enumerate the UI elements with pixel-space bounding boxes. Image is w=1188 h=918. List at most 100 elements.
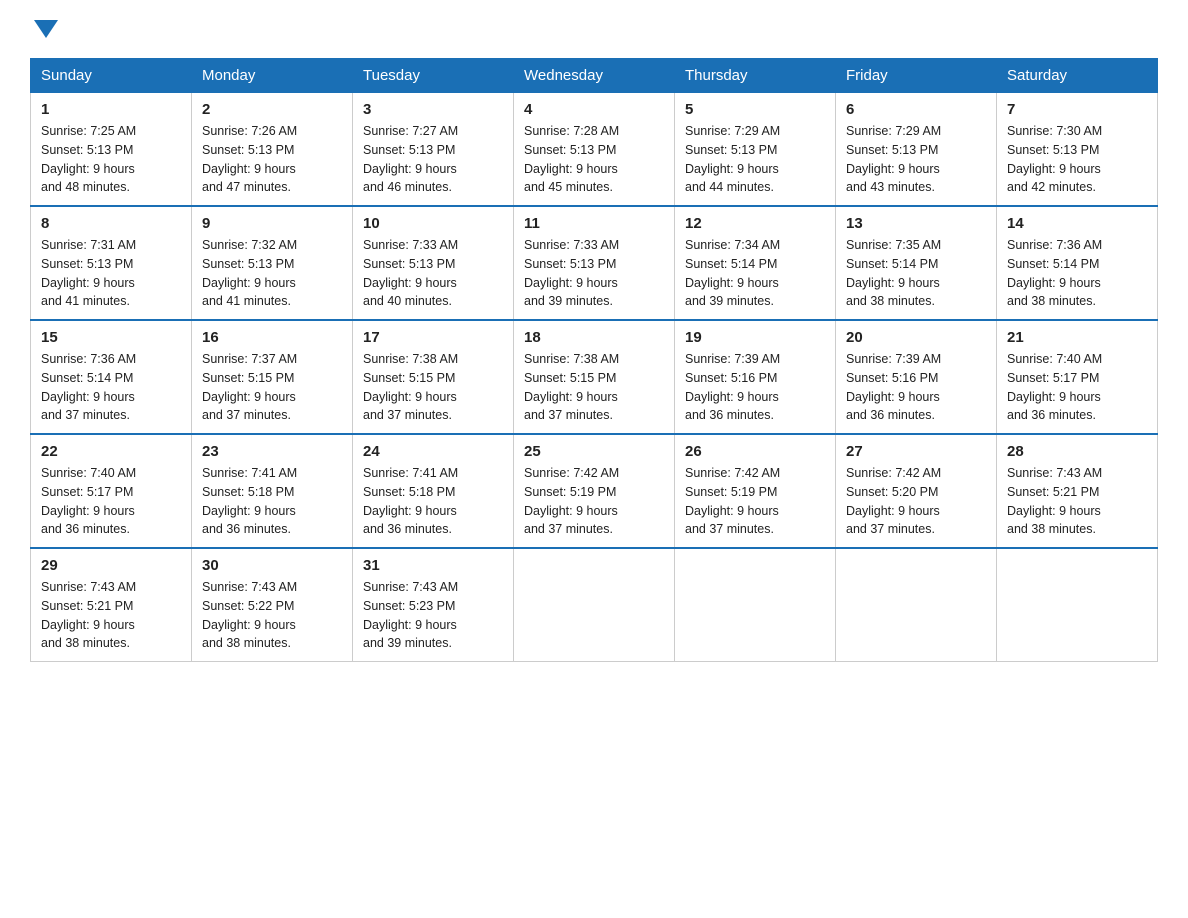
day-number: 19 — [685, 329, 825, 346]
day-info: Sunrise: 7:35 AM Sunset: 5:14 PM Dayligh… — [846, 236, 986, 311]
day-number: 4 — [524, 101, 664, 118]
header-row: SundayMondayTuesdayWednesdayThursdayFrid… — [31, 59, 1158, 93]
calendar-cell: 10 Sunrise: 7:33 AM Sunset: 5:13 PM Dayl… — [353, 206, 514, 320]
logo — [30, 20, 58, 38]
calendar-cell: 5 Sunrise: 7:29 AM Sunset: 5:13 PM Dayli… — [675, 93, 836, 207]
calendar-cell — [836, 548, 997, 662]
header-day-wednesday: Wednesday — [514, 59, 675, 93]
calendar-cell: 2 Sunrise: 7:26 AM Sunset: 5:13 PM Dayli… — [192, 93, 353, 207]
day-number: 10 — [363, 215, 503, 232]
day-info: Sunrise: 7:43 AM Sunset: 5:21 PM Dayligh… — [41, 578, 181, 653]
calendar-cell: 30 Sunrise: 7:43 AM Sunset: 5:22 PM Dayl… — [192, 548, 353, 662]
header-day-monday: Monday — [192, 59, 353, 93]
day-info: Sunrise: 7:41 AM Sunset: 5:18 PM Dayligh… — [363, 464, 503, 539]
day-number: 22 — [41, 443, 181, 460]
day-number: 27 — [846, 443, 986, 460]
header-day-sunday: Sunday — [31, 59, 192, 93]
day-number: 17 — [363, 329, 503, 346]
day-number: 21 — [1007, 329, 1147, 346]
day-info: Sunrise: 7:30 AM Sunset: 5:13 PM Dayligh… — [1007, 122, 1147, 197]
day-info: Sunrise: 7:27 AM Sunset: 5:13 PM Dayligh… — [363, 122, 503, 197]
calendar-cell: 19 Sunrise: 7:39 AM Sunset: 5:16 PM Dayl… — [675, 320, 836, 434]
week-row-5: 29 Sunrise: 7:43 AM Sunset: 5:21 PM Dayl… — [31, 548, 1158, 662]
header-day-tuesday: Tuesday — [353, 59, 514, 93]
calendar-table: SundayMondayTuesdayWednesdayThursdayFrid… — [30, 58, 1158, 662]
week-row-2: 8 Sunrise: 7:31 AM Sunset: 5:13 PM Dayli… — [31, 206, 1158, 320]
calendar-cell: 15 Sunrise: 7:36 AM Sunset: 5:14 PM Dayl… — [31, 320, 192, 434]
day-number: 20 — [846, 329, 986, 346]
calendar-cell: 3 Sunrise: 7:27 AM Sunset: 5:13 PM Dayli… — [353, 93, 514, 207]
day-info: Sunrise: 7:43 AM Sunset: 5:21 PM Dayligh… — [1007, 464, 1147, 539]
day-number: 30 — [202, 557, 342, 574]
calendar-cell: 4 Sunrise: 7:28 AM Sunset: 5:13 PM Dayli… — [514, 93, 675, 207]
day-info: Sunrise: 7:43 AM Sunset: 5:22 PM Dayligh… — [202, 578, 342, 653]
calendar-cell: 20 Sunrise: 7:39 AM Sunset: 5:16 PM Dayl… — [836, 320, 997, 434]
logo-arrow-icon — [34, 20, 58, 38]
day-number: 13 — [846, 215, 986, 232]
day-info: Sunrise: 7:42 AM Sunset: 5:20 PM Dayligh… — [846, 464, 986, 539]
day-info: Sunrise: 7:42 AM Sunset: 5:19 PM Dayligh… — [685, 464, 825, 539]
day-info: Sunrise: 7:29 AM Sunset: 5:13 PM Dayligh… — [846, 122, 986, 197]
day-number: 29 — [41, 557, 181, 574]
day-info: Sunrise: 7:37 AM Sunset: 5:15 PM Dayligh… — [202, 350, 342, 425]
page-header — [30, 20, 1158, 38]
header-day-saturday: Saturday — [997, 59, 1158, 93]
calendar-cell: 14 Sunrise: 7:36 AM Sunset: 5:14 PM Dayl… — [997, 206, 1158, 320]
calendar-cell: 26 Sunrise: 7:42 AM Sunset: 5:19 PM Dayl… — [675, 434, 836, 548]
day-number: 5 — [685, 101, 825, 118]
calendar-cell: 28 Sunrise: 7:43 AM Sunset: 5:21 PM Dayl… — [997, 434, 1158, 548]
calendar-cell: 7 Sunrise: 7:30 AM Sunset: 5:13 PM Dayli… — [997, 93, 1158, 207]
calendar-cell: 16 Sunrise: 7:37 AM Sunset: 5:15 PM Dayl… — [192, 320, 353, 434]
calendar-cell: 17 Sunrise: 7:38 AM Sunset: 5:15 PM Dayl… — [353, 320, 514, 434]
day-number: 1 — [41, 101, 181, 118]
day-info: Sunrise: 7:29 AM Sunset: 5:13 PM Dayligh… — [685, 122, 825, 197]
day-info: Sunrise: 7:38 AM Sunset: 5:15 PM Dayligh… — [363, 350, 503, 425]
calendar-cell — [514, 548, 675, 662]
day-info: Sunrise: 7:40 AM Sunset: 5:17 PM Dayligh… — [1007, 350, 1147, 425]
calendar-cell: 24 Sunrise: 7:41 AM Sunset: 5:18 PM Dayl… — [353, 434, 514, 548]
calendar-cell: 6 Sunrise: 7:29 AM Sunset: 5:13 PM Dayli… — [836, 93, 997, 207]
day-number: 2 — [202, 101, 342, 118]
calendar-cell: 27 Sunrise: 7:42 AM Sunset: 5:20 PM Dayl… — [836, 434, 997, 548]
calendar-cell: 29 Sunrise: 7:43 AM Sunset: 5:21 PM Dayl… — [31, 548, 192, 662]
day-number: 7 — [1007, 101, 1147, 118]
calendar-cell: 9 Sunrise: 7:32 AM Sunset: 5:13 PM Dayli… — [192, 206, 353, 320]
calendar-cell — [675, 548, 836, 662]
day-number: 15 — [41, 329, 181, 346]
header-day-thursday: Thursday — [675, 59, 836, 93]
day-number: 16 — [202, 329, 342, 346]
day-info: Sunrise: 7:34 AM Sunset: 5:14 PM Dayligh… — [685, 236, 825, 311]
week-row-3: 15 Sunrise: 7:36 AM Sunset: 5:14 PM Dayl… — [31, 320, 1158, 434]
day-number: 9 — [202, 215, 342, 232]
calendar-cell: 8 Sunrise: 7:31 AM Sunset: 5:13 PM Dayli… — [31, 206, 192, 320]
day-info: Sunrise: 7:33 AM Sunset: 5:13 PM Dayligh… — [363, 236, 503, 311]
day-info: Sunrise: 7:39 AM Sunset: 5:16 PM Dayligh… — [685, 350, 825, 425]
calendar-cell: 13 Sunrise: 7:35 AM Sunset: 5:14 PM Dayl… — [836, 206, 997, 320]
day-info: Sunrise: 7:39 AM Sunset: 5:16 PM Dayligh… — [846, 350, 986, 425]
day-info: Sunrise: 7:38 AM Sunset: 5:15 PM Dayligh… — [524, 350, 664, 425]
day-number: 3 — [363, 101, 503, 118]
calendar-cell: 1 Sunrise: 7:25 AM Sunset: 5:13 PM Dayli… — [31, 93, 192, 207]
day-info: Sunrise: 7:42 AM Sunset: 5:19 PM Dayligh… — [524, 464, 664, 539]
day-number: 25 — [524, 443, 664, 460]
day-number: 23 — [202, 443, 342, 460]
calendar-cell: 25 Sunrise: 7:42 AM Sunset: 5:19 PM Dayl… — [514, 434, 675, 548]
day-info: Sunrise: 7:36 AM Sunset: 5:14 PM Dayligh… — [1007, 236, 1147, 311]
calendar-cell: 18 Sunrise: 7:38 AM Sunset: 5:15 PM Dayl… — [514, 320, 675, 434]
calendar-cell: 12 Sunrise: 7:34 AM Sunset: 5:14 PM Dayl… — [675, 206, 836, 320]
day-number: 8 — [41, 215, 181, 232]
week-row-1: 1 Sunrise: 7:25 AM Sunset: 5:13 PM Dayli… — [31, 93, 1158, 207]
day-number: 24 — [363, 443, 503, 460]
day-number: 14 — [1007, 215, 1147, 232]
day-info: Sunrise: 7:25 AM Sunset: 5:13 PM Dayligh… — [41, 122, 181, 197]
day-info: Sunrise: 7:36 AM Sunset: 5:14 PM Dayligh… — [41, 350, 181, 425]
day-number: 12 — [685, 215, 825, 232]
calendar-cell: 23 Sunrise: 7:41 AM Sunset: 5:18 PM Dayl… — [192, 434, 353, 548]
day-number: 18 — [524, 329, 664, 346]
day-info: Sunrise: 7:41 AM Sunset: 5:18 PM Dayligh… — [202, 464, 342, 539]
day-number: 6 — [846, 101, 986, 118]
header-day-friday: Friday — [836, 59, 997, 93]
day-number: 31 — [363, 557, 503, 574]
day-info: Sunrise: 7:40 AM Sunset: 5:17 PM Dayligh… — [41, 464, 181, 539]
day-info: Sunrise: 7:31 AM Sunset: 5:13 PM Dayligh… — [41, 236, 181, 311]
